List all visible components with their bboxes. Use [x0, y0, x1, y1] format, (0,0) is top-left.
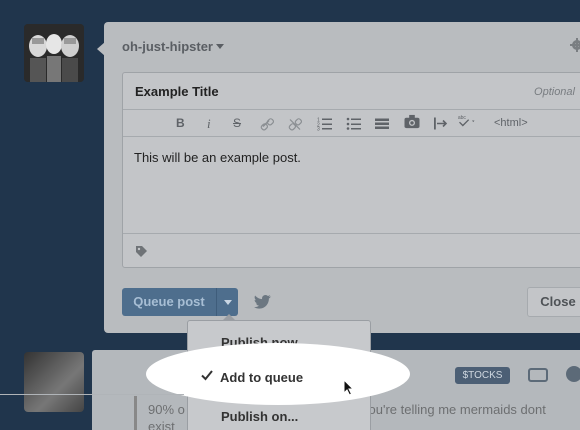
unlink-icon[interactable] — [288, 117, 302, 132]
background-post-badge: $TOCKS — [455, 367, 510, 384]
bold-button[interactable]: B — [176, 116, 185, 131]
menu-divider — [0, 394, 184, 395]
blog-name-label: oh-just-hipster — [122, 39, 213, 54]
link-icon[interactable] — [260, 117, 274, 132]
check-icon — [201, 370, 213, 381]
gear-icon[interactable] — [570, 38, 580, 52]
blockquote-bar — [134, 396, 137, 430]
html-mode-button[interactable]: <html> — [494, 116, 528, 131]
reblog-icon — [528, 368, 548, 382]
svg-text:3: 3 — [317, 127, 320, 132]
menu-item-label: Add to queue — [220, 370, 304, 385]
read-more-icon[interactable] — [375, 116, 389, 131]
post-editor: Example Title Optional B i S 123 abc <ht… — [122, 72, 580, 268]
title-input[interactable]: Example Title — [135, 84, 219, 99]
mouse-cursor-icon — [343, 379, 355, 396]
background-post-text-line2: exist — [148, 419, 175, 430]
italic-button[interactable]: i — [207, 116, 211, 131]
background-post-text: 90% o — [148, 402, 185, 417]
bullet-list-icon[interactable] — [346, 116, 362, 131]
camera-icon[interactable] — [403, 114, 421, 129]
background-post-text-right: you're telling me mermaids dont — [362, 402, 546, 417]
user-avatar[interactable] — [24, 24, 84, 82]
post-editor-card: oh-just-hipster Example Title Optional B… — [97, 22, 580, 333]
strikethrough-button[interactable]: S — [233, 116, 241, 131]
queue-post-button[interactable]: Queue post — [122, 288, 216, 316]
indent-icon[interactable] — [434, 116, 448, 131]
post-body-text[interactable]: This will be an example post. — [134, 150, 301, 165]
menu-item-label: Publish on... — [221, 409, 299, 424]
title-optional-hint: Optional — [534, 86, 575, 98]
formatting-toolbar: B i S 123 abc <html> — [123, 110, 580, 137]
tag-icon — [136, 246, 147, 257]
spellcheck-icon[interactable]: abc — [456, 113, 478, 128]
title-row[interactable]: Example Title Optional — [123, 73, 580, 110]
like-icon — [566, 366, 580, 382]
post-options-dropdown-toggle[interactable] — [216, 288, 238, 316]
close-button[interactable]: Close — [527, 287, 580, 317]
numbered-list-icon[interactable]: 123 — [317, 116, 333, 131]
blog-selector[interactable]: oh-just-hipster — [122, 39, 224, 54]
svg-text:abc: abc — [458, 115, 467, 121]
background-post-avatar — [24, 352, 84, 412]
tags-area[interactable] — [123, 233, 580, 267]
twitter-icon[interactable] — [254, 294, 272, 310]
chevron-down-icon — [216, 44, 224, 49]
